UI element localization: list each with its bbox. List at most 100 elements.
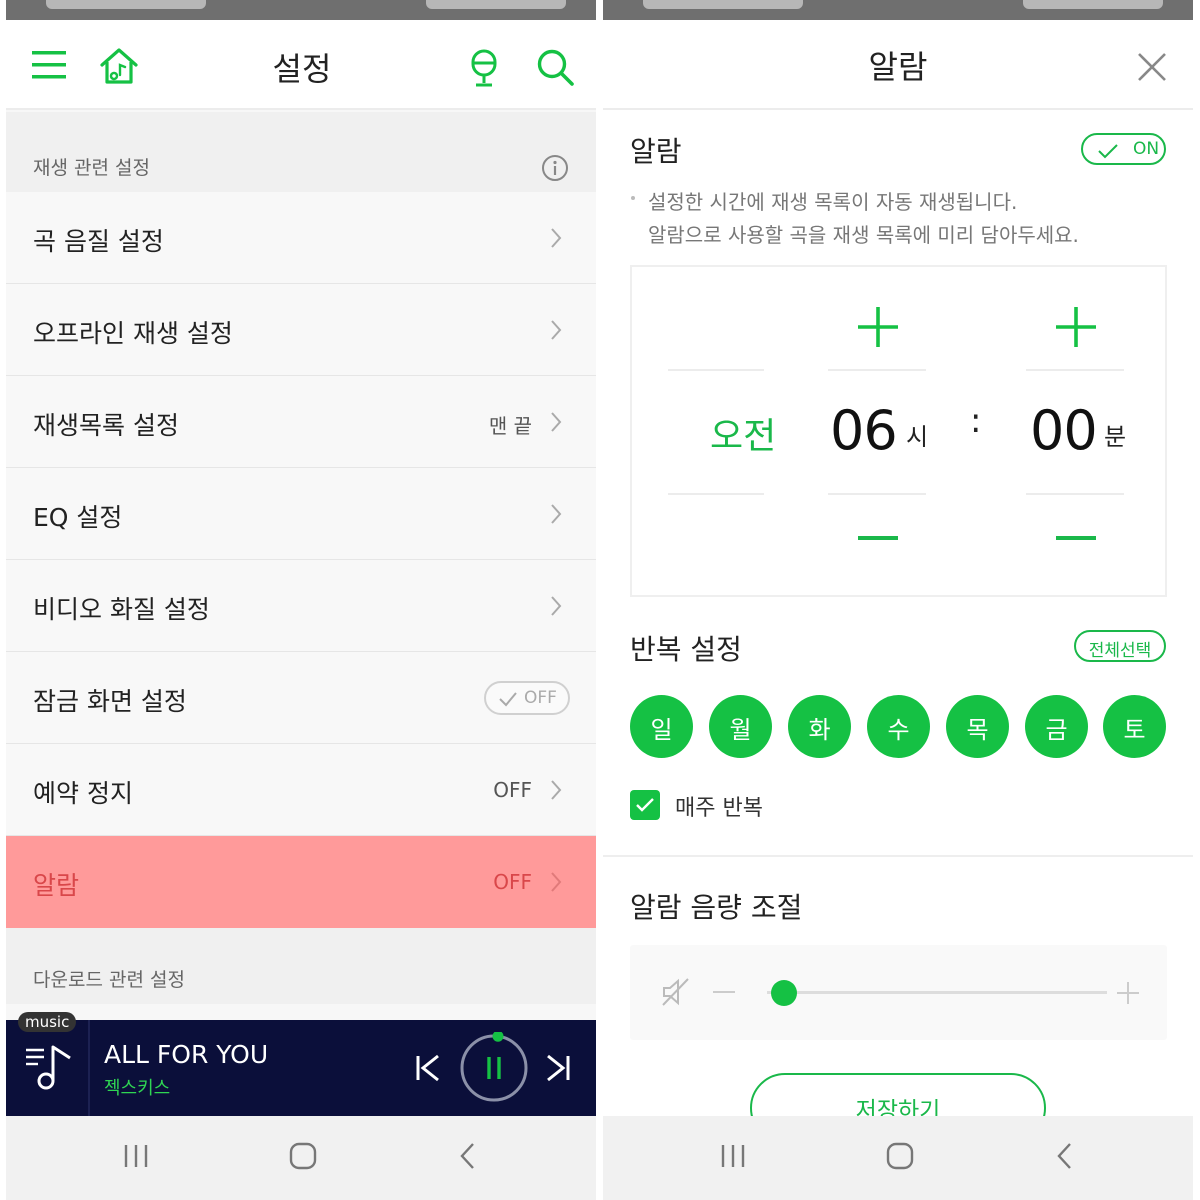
system-nav-bar	[603, 1116, 1193, 1200]
time-picker: 오전 06 시 : 00 분	[630, 265, 1167, 597]
chevron-right-icon	[551, 228, 562, 248]
day-tuesday[interactable]: 화	[788, 695, 851, 758]
settings-row-song-quality[interactable]: 곡 음질 설정	[6, 192, 596, 284]
mini-player[interactable]: music ALL FOR YOU 젝스키스	[6, 1012, 596, 1116]
row-label: 재생목록 설정	[33, 411, 179, 440]
music-tag: music	[18, 1012, 77, 1032]
settings-row-playlist[interactable]: 재생목록 설정 맨 끝	[6, 376, 596, 468]
recent-apps-icon[interactable]	[719, 1142, 747, 1170]
day-label: 일	[650, 716, 673, 744]
close-icon[interactable]	[1137, 52, 1167, 82]
check-icon	[1098, 144, 1118, 159]
day-label: 수	[887, 716, 910, 744]
row-value: 맨 끝	[488, 414, 532, 438]
select-all-button[interactable]: 전체선택	[1074, 630, 1166, 662]
chevron-right-icon	[551, 780, 562, 800]
alarm-top-bar: 알람	[603, 20, 1193, 110]
check-icon	[636, 798, 654, 812]
settings-row-offline-play[interactable]: 오프라인 재생 설정	[6, 284, 596, 376]
row-value: OFF	[493, 870, 532, 894]
row-label: 잠금 화면 설정	[33, 687, 187, 716]
alarm-description-line1: 설정한 시간에 재생 목록이 자동 재생됩니다.	[648, 190, 1018, 214]
status-bar	[603, 0, 1193, 20]
day-label: 토	[1123, 716, 1146, 744]
recent-apps-icon[interactable]	[122, 1142, 150, 1170]
alarm-on-toggle[interactable]: ON	[1081, 133, 1166, 165]
volume-slider-handle[interactable]	[771, 980, 797, 1006]
player-divider	[88, 1020, 90, 1116]
settings-screen: 설정 재생 관련 설정 곡 음질 설정 오프라인 재생 설정 재생목록 설정 맨…	[6, 0, 596, 1200]
settings-row-alarm[interactable]: 알람 OFF	[6, 836, 596, 928]
chevron-right-icon	[551, 412, 562, 432]
back-icon[interactable]	[1055, 1141, 1073, 1171]
volume-slider-track[interactable]	[767, 991, 1107, 994]
section-header-playback: 재생 관련 설정	[6, 112, 596, 192]
home-button-icon[interactable]	[288, 1141, 318, 1171]
settings-row-eq[interactable]: EQ 설정	[6, 468, 596, 560]
status-bar	[6, 0, 596, 20]
hour-value[interactable]: 06	[830, 399, 898, 462]
minute-value[interactable]: 00	[1030, 399, 1098, 462]
page-title: 설정	[272, 50, 332, 88]
home-icon[interactable]	[98, 46, 140, 86]
settings-top-bar: 설정	[6, 20, 596, 110]
playlist-icon[interactable]	[24, 1044, 76, 1092]
day-label: 화	[808, 716, 831, 744]
back-icon[interactable]	[458, 1141, 476, 1171]
weekly-repeat-label: 매주 반복	[675, 796, 763, 821]
minute-unit: 분	[1104, 423, 1127, 451]
row-label: 오프라인 재생 설정	[33, 319, 233, 348]
day-saturday[interactable]: 토	[1103, 695, 1166, 758]
volume-plus-icon[interactable]	[1116, 981, 1140, 1005]
minute-increase-icon[interactable]	[1054, 305, 1098, 349]
check-icon	[499, 692, 517, 707]
minute-decrease-icon[interactable]	[1056, 536, 1096, 540]
next-icon[interactable]	[544, 1053, 572, 1083]
settings-row-video-quality[interactable]: 비디오 화질 설정	[6, 560, 596, 652]
home-button-icon[interactable]	[885, 1141, 915, 1171]
select-all-label: 전체선택	[1088, 641, 1152, 661]
chevron-right-icon	[551, 504, 562, 524]
row-label: 알람	[33, 871, 80, 900]
day-friday[interactable]: 금	[1025, 695, 1088, 758]
search-icon[interactable]	[536, 48, 576, 88]
lock-screen-toggle[interactable]: OFF	[484, 681, 570, 715]
volume-minus-icon[interactable]	[713, 991, 735, 993]
hour-decrease-icon[interactable]	[858, 536, 898, 540]
toggle-label: OFF	[524, 688, 557, 708]
chevron-right-icon	[551, 872, 562, 892]
mute-icon[interactable]	[660, 976, 692, 1008]
day-thursday[interactable]: 목	[946, 695, 1009, 758]
day-wednesday[interactable]: 수	[867, 695, 930, 758]
microphone-icon[interactable]	[470, 48, 498, 88]
row-value: OFF	[493, 778, 532, 802]
pause-button[interactable]	[458, 1032, 530, 1104]
day-sunday[interactable]: 일	[630, 695, 693, 758]
track-title: ALL FOR YOU	[104, 1040, 269, 1069]
repeat-section-title: 반복 설정	[630, 633, 742, 666]
section-label: 다운로드 관련 설정	[33, 969, 185, 991]
hour-increase-icon[interactable]	[856, 305, 900, 349]
ampm-selector[interactable]: 오전	[710, 407, 776, 459]
row-label: 예약 정지	[33, 779, 133, 808]
section-header-download: 다운로드 관련 설정	[6, 928, 596, 1004]
system-nav-bar	[6, 1116, 596, 1200]
weekly-repeat-checkbox[interactable]	[630, 790, 660, 820]
time-colon: :	[970, 401, 982, 441]
section-label: 재생 관련 설정	[33, 157, 150, 179]
settings-row-lock-screen: 잠금 화면 설정 OFF	[6, 652, 596, 744]
settings-row-sleep-timer[interactable]: 예약 정지 OFF	[6, 744, 596, 836]
alarm-description-line2: 알람으로 사용할 곡을 재생 목록에 미리 담아두세요.	[648, 223, 1079, 247]
row-label: EQ 설정	[33, 503, 123, 532]
day-monday[interactable]: 월	[709, 695, 772, 758]
row-label: 곡 음질 설정	[33, 227, 164, 256]
previous-icon[interactable]	[414, 1053, 442, 1083]
hour-unit: 시	[906, 423, 929, 451]
day-label: 금	[1045, 716, 1068, 744]
track-artist: 젝스키스	[104, 1078, 171, 1099]
menu-icon[interactable]	[32, 50, 66, 80]
alarm-screen: 알람 알람 ON 설정한 시간에 재생 목록이 자동 재생됩니다. 알람으로 사…	[603, 0, 1193, 1200]
chevron-right-icon	[551, 596, 562, 616]
info-icon[interactable]	[541, 154, 569, 182]
page-title: 알람	[868, 48, 928, 86]
